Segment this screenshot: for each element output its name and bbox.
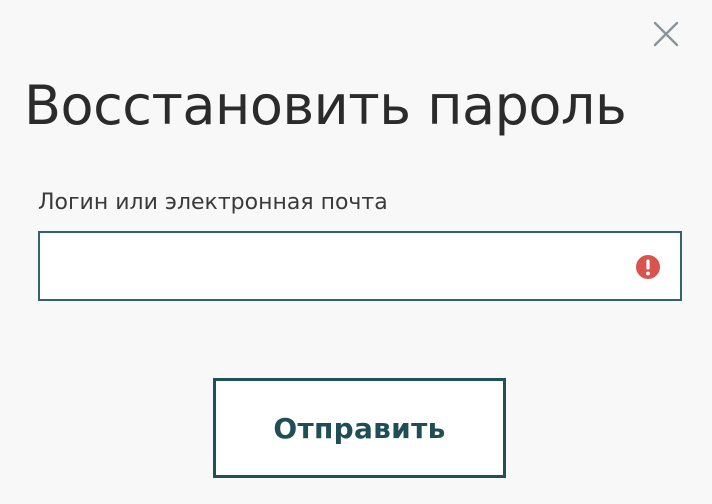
error-icon xyxy=(636,255,660,279)
login-email-input[interactable] xyxy=(40,233,620,299)
close-icon xyxy=(653,21,679,47)
login-email-field-wrapper xyxy=(38,231,682,301)
login-email-label: Логин или электронная почта xyxy=(38,190,388,215)
close-button[interactable] xyxy=(646,14,686,54)
submit-button[interactable]: Отправить xyxy=(213,378,506,478)
password-recovery-dialog: Восстановить пароль Логин или электронна… xyxy=(0,0,712,504)
dialog-title: Восстановить пароль xyxy=(24,74,627,137)
